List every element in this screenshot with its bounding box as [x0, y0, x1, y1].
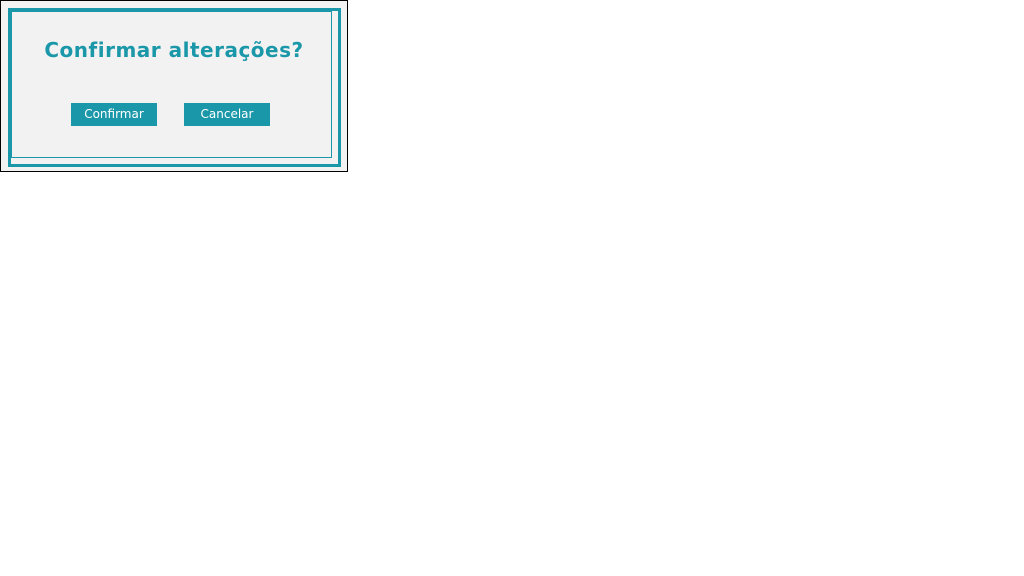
dialog-title: Confirmar alterações?: [44, 38, 304, 62]
dialog-frame: [8, 8, 335, 161]
confirm-dialog: Confirmar alterações? Confirmar Cancelar: [0, 0, 348, 172]
dialog-inner-border: [11, 11, 332, 158]
cancel-button[interactable]: Cancelar: [184, 103, 270, 126]
confirm-button[interactable]: Confirmar: [71, 103, 157, 126]
